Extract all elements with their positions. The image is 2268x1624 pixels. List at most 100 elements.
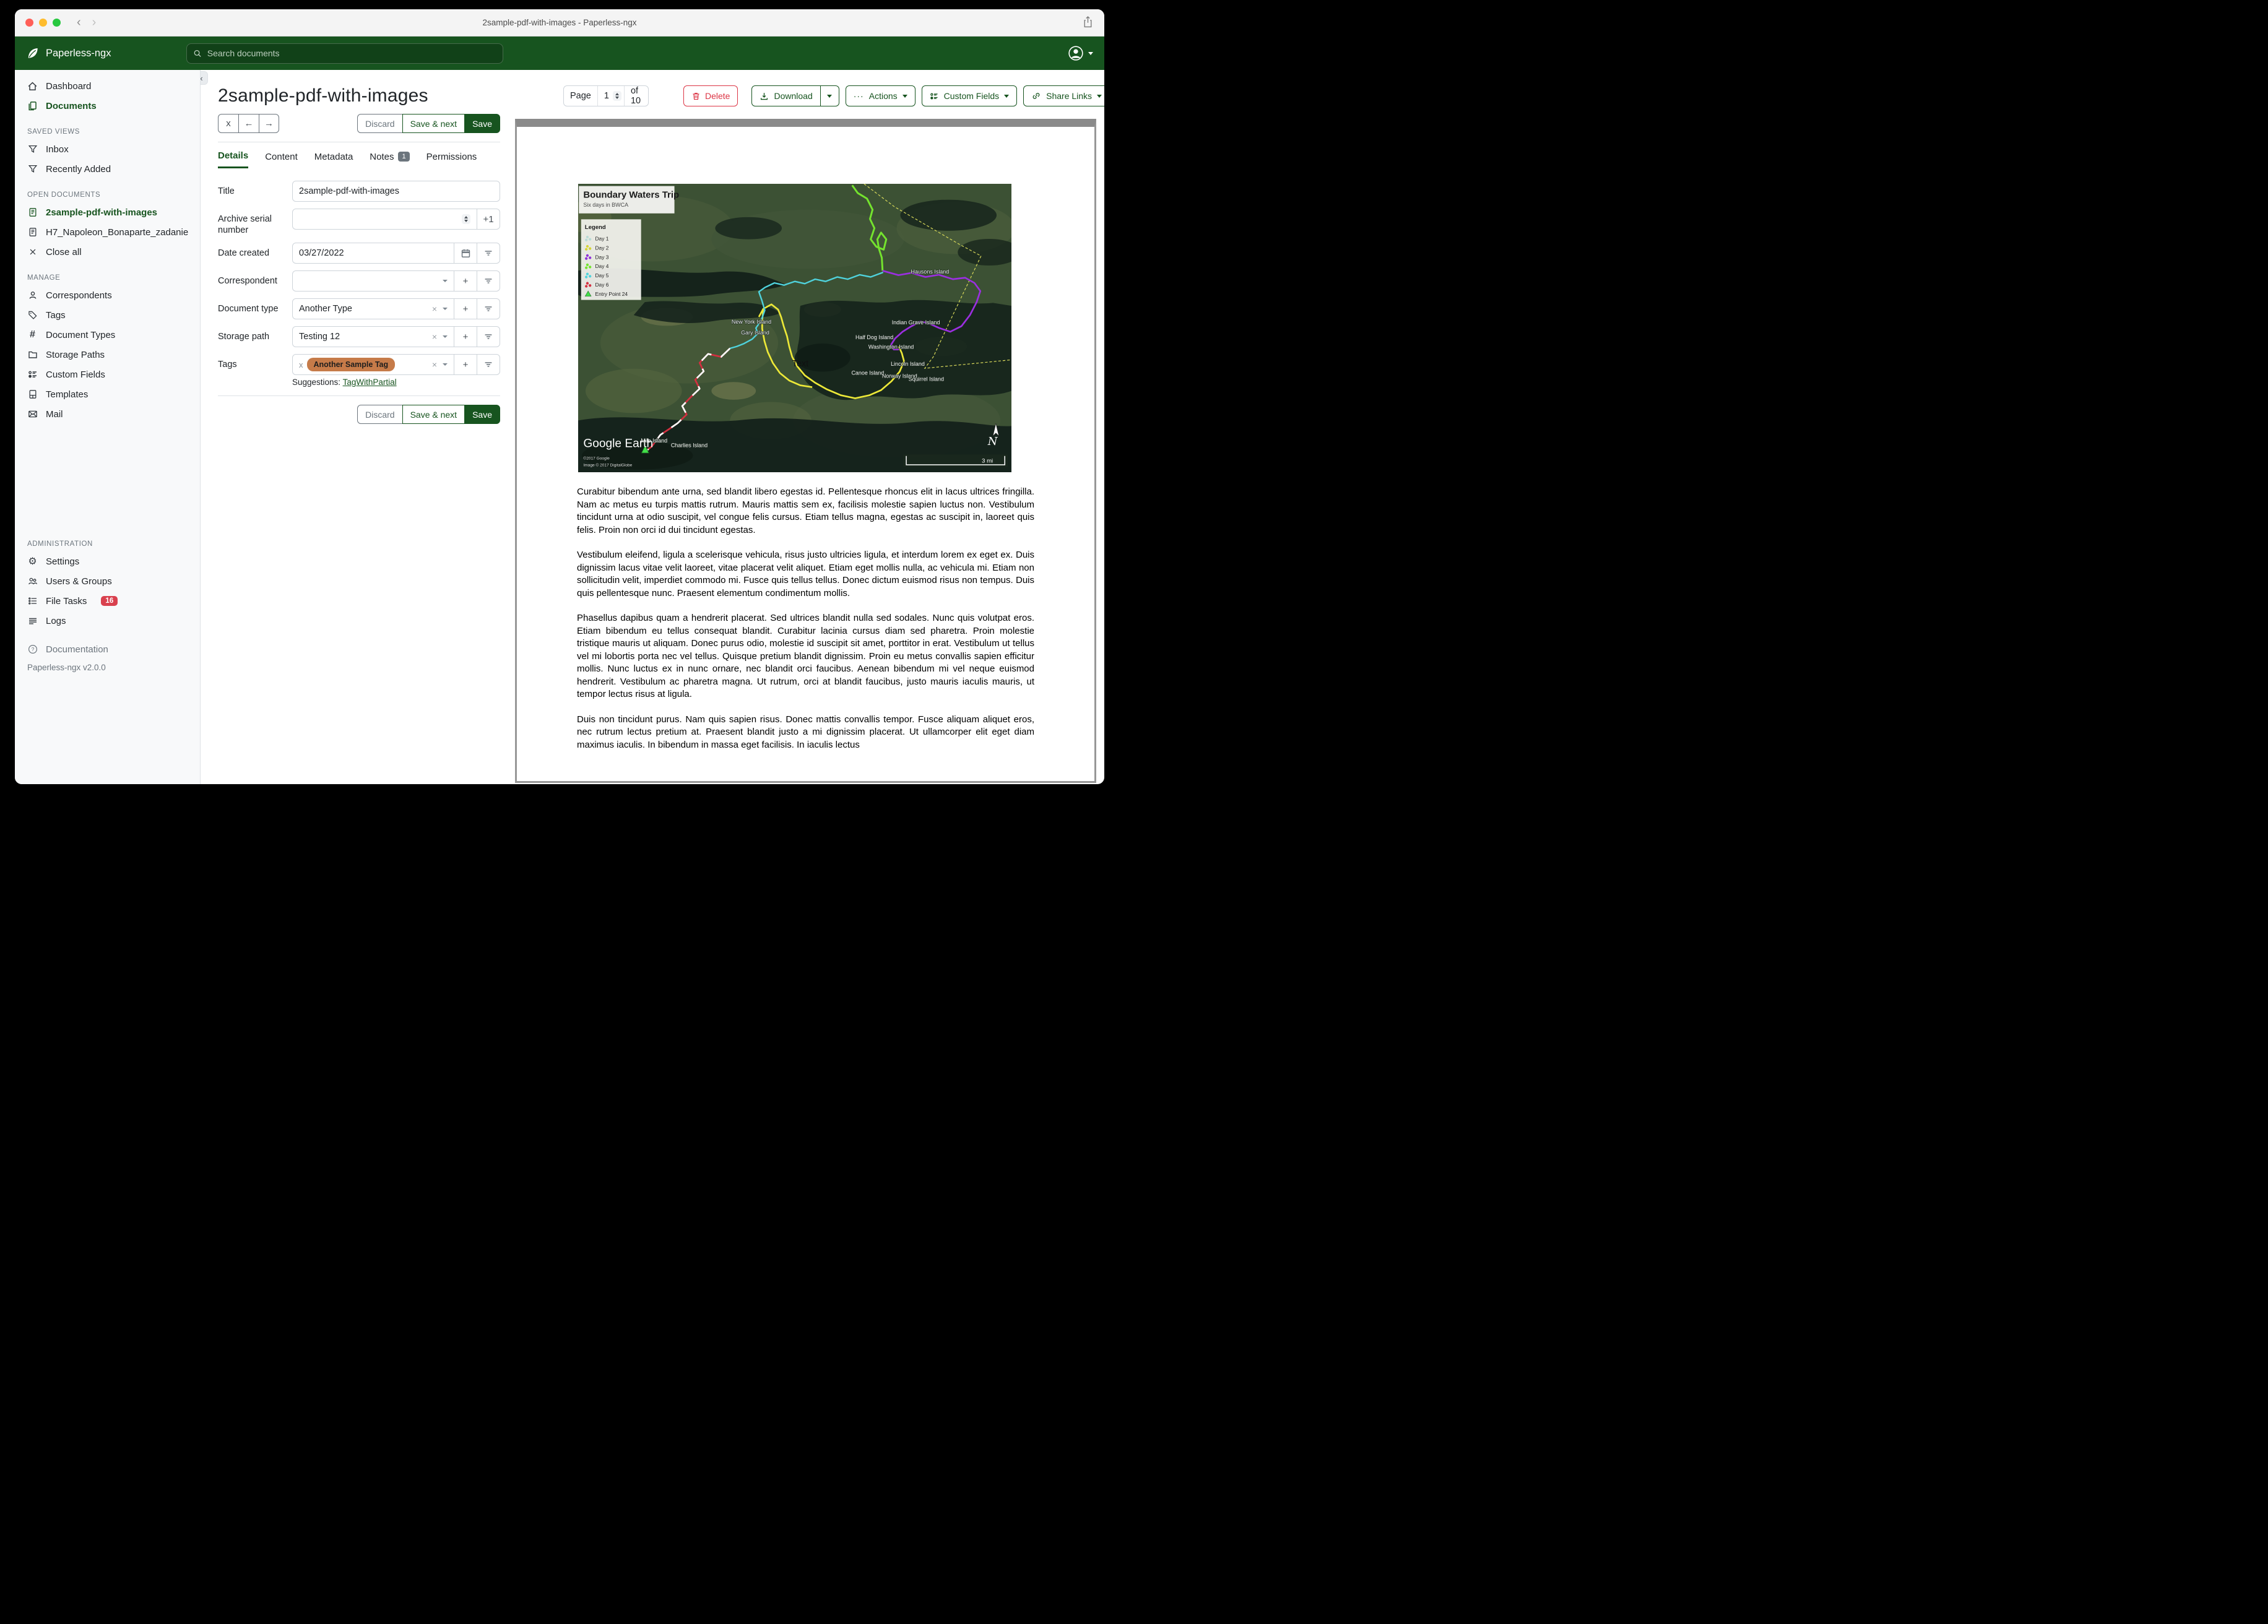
map-title-box: Boundary Waters Trip Six days in BWCA [579, 186, 679, 214]
date-created-input[interactable] [299, 248, 448, 259]
funnel-icon [27, 164, 38, 174]
custom-fields-button[interactable]: Custom Fields [921, 85, 1018, 106]
sidebar-item-dashboard[interactable]: Dashboard [15, 76, 200, 96]
save-button-bottom[interactable]: Save [464, 405, 500, 425]
add-tag-button[interactable]: + [454, 355, 477, 375]
dropdown-caret-icon[interactable] [443, 363, 448, 366]
sidebar-item-templates[interactable]: Templates [15, 384, 200, 404]
tags-filter-icon[interactable] [477, 355, 500, 375]
storage-path-filter-icon[interactable] [477, 327, 500, 347]
document-type-select[interactable]: Another Type × [293, 299, 454, 319]
share-links-button[interactable]: Share Links [1023, 85, 1104, 106]
map-legend: Legend Day 1 Day 2 Day 3 Day 4 Day 5 Day… [581, 219, 641, 300]
download-button[interactable]: Download [751, 85, 821, 106]
funnel-icon [27, 144, 38, 154]
page-number-input[interactable]: 1 [597, 86, 625, 106]
add-correspondent-button[interactable]: + [454, 271, 477, 292]
correspondent-select[interactable] [293, 271, 454, 291]
sidebar-item-inbox[interactable]: Inbox [15, 139, 200, 159]
sidebar-item-close-all[interactable]: Close all [15, 242, 200, 262]
search-input[interactable] [207, 48, 497, 58]
documents-icon [27, 101, 38, 111]
delete-button[interactable]: Delete [683, 85, 738, 106]
user-menu[interactable] [1068, 45, 1093, 61]
sidebar-item-settings[interactable]: ⚙ Settings [15, 551, 200, 571]
add-storage-path-button[interactable]: + [454, 327, 477, 347]
discard-button-bottom[interactable]: Discard [357, 405, 402, 425]
save-button[interactable]: Save [464, 114, 500, 133]
caret-down-icon [1097, 94, 1102, 98]
sidebar-item-documentation[interactable]: ? Documentation [15, 639, 200, 659]
asn-input[interactable] [299, 214, 458, 224]
actions-button[interactable]: ··· Actions [845, 85, 915, 106]
sidebar-item-storage-paths[interactable]: Storage Paths [15, 345, 200, 365]
correspondent-filter-icon[interactable] [477, 271, 500, 292]
tab-content[interactable]: Content [265, 150, 298, 168]
pdf-page: Hausons Island New York Island Gary Isla… [517, 127, 1094, 751]
remove-tag-icon[interactable]: x [299, 360, 303, 369]
next-document-button[interactable]: → [259, 114, 279, 133]
map-island-label: New York Island [732, 319, 771, 325]
discard-button[interactable]: Discard [357, 114, 402, 133]
map-legend-title: Legend [585, 224, 606, 231]
save-next-button[interactable]: Save & next [402, 114, 465, 133]
tag-chip[interactable]: Another Sample Tag [306, 358, 396, 372]
tab-details[interactable]: Details [218, 150, 249, 168]
dropdown-caret-icon[interactable] [443, 335, 448, 339]
sidebar-item-users-groups[interactable]: Users & Groups [15, 571, 200, 591]
clear-icon[interactable]: × [432, 332, 437, 342]
sidebar-item-recently-added[interactable]: Recently Added [15, 159, 200, 179]
page-navigator: Page 1 of 10 [563, 85, 649, 106]
search-bar[interactable] [186, 43, 504, 64]
title-input[interactable] [299, 186, 493, 196]
brand[interactable]: Paperless-ngx [26, 46, 111, 60]
sidebar-item-custom-fields[interactable]: Custom Fields [15, 365, 200, 384]
storage-path-label: Storage path [218, 332, 270, 342]
page-count-label: of 10 [630, 86, 641, 106]
tab-metadata[interactable]: Metadata [314, 150, 353, 168]
close-icon [27, 248, 38, 256]
svg-text:Day 2: Day 2 [595, 244, 609, 251]
storage-path-select[interactable]: Testing 12 × [293, 327, 454, 347]
tags-select[interactable]: x Another Sample Tag × [293, 355, 454, 374]
sidebar-item-tags[interactable]: Tags [15, 305, 200, 325]
dropdown-caret-icon[interactable] [443, 280, 448, 283]
suggestion-link[interactable]: TagWithPartial [343, 378, 397, 387]
sidebar-item-open-doc-2[interactable]: H7_Napoleon_Bonaparte_zadanie [15, 222, 200, 242]
asn-plus-one-button[interactable]: +1 [477, 209, 500, 229]
document-type-filter-icon[interactable] [477, 299, 500, 319]
share-icon[interactable] [1083, 16, 1093, 28]
sidebar-item-correspondents[interactable]: Correspondents [15, 285, 200, 305]
home-icon [27, 81, 38, 92]
close-document-button[interactable]: x [218, 114, 238, 133]
sidebar-item-file-tasks[interactable]: File Tasks 16 [15, 591, 200, 611]
tab-permissions[interactable]: Permissions [426, 150, 477, 168]
save-next-button-bottom[interactable]: Save & next [402, 405, 465, 425]
dropdown-caret-icon[interactable] [443, 308, 448, 311]
svg-text:Day 5: Day 5 [595, 272, 609, 279]
page-stepper[interactable] [612, 91, 621, 101]
app-version: Paperless-ngx v2.0.0 [27, 663, 106, 672]
map-island-label: Washington Island [868, 343, 914, 350]
calendar-icon[interactable] [454, 243, 477, 264]
tab-notes[interactable]: Notes 1 [370, 150, 410, 168]
map-island-label: Hausons Island [911, 269, 949, 275]
asn-stepper[interactable] [462, 214, 470, 224]
download-caret-button[interactable] [820, 85, 839, 106]
add-document-type-button[interactable]: + [454, 299, 477, 319]
page-label: Page [570, 91, 591, 101]
previous-document-button[interactable]: ← [238, 114, 259, 133]
sidebar-item-mail[interactable]: Mail [15, 404, 200, 424]
sidebar-item-document-types[interactable]: # Document Types [15, 325, 200, 345]
sidebar-item-open-doc-1[interactable]: 2sample-pdf-with-images [15, 202, 200, 222]
sidebar-item-logs[interactable]: Logs [15, 611, 200, 631]
svg-text:Entry Point 24: Entry Point 24 [595, 291, 628, 297]
sidebar-collapse-button[interactable]: « [201, 71, 208, 85]
clear-icon[interactable]: × [432, 360, 437, 369]
clear-icon[interactable]: × [432, 304, 437, 314]
svg-text:Day 4: Day 4 [595, 263, 609, 269]
custom-fields-icon [930, 93, 938, 99]
sidebar-item-documents[interactable]: Documents [15, 96, 200, 116]
date-filter-icon[interactable] [477, 243, 500, 264]
pdf-viewer-frame[interactable]: Hausons Island New York Island Gary Isla… [515, 119, 1096, 783]
